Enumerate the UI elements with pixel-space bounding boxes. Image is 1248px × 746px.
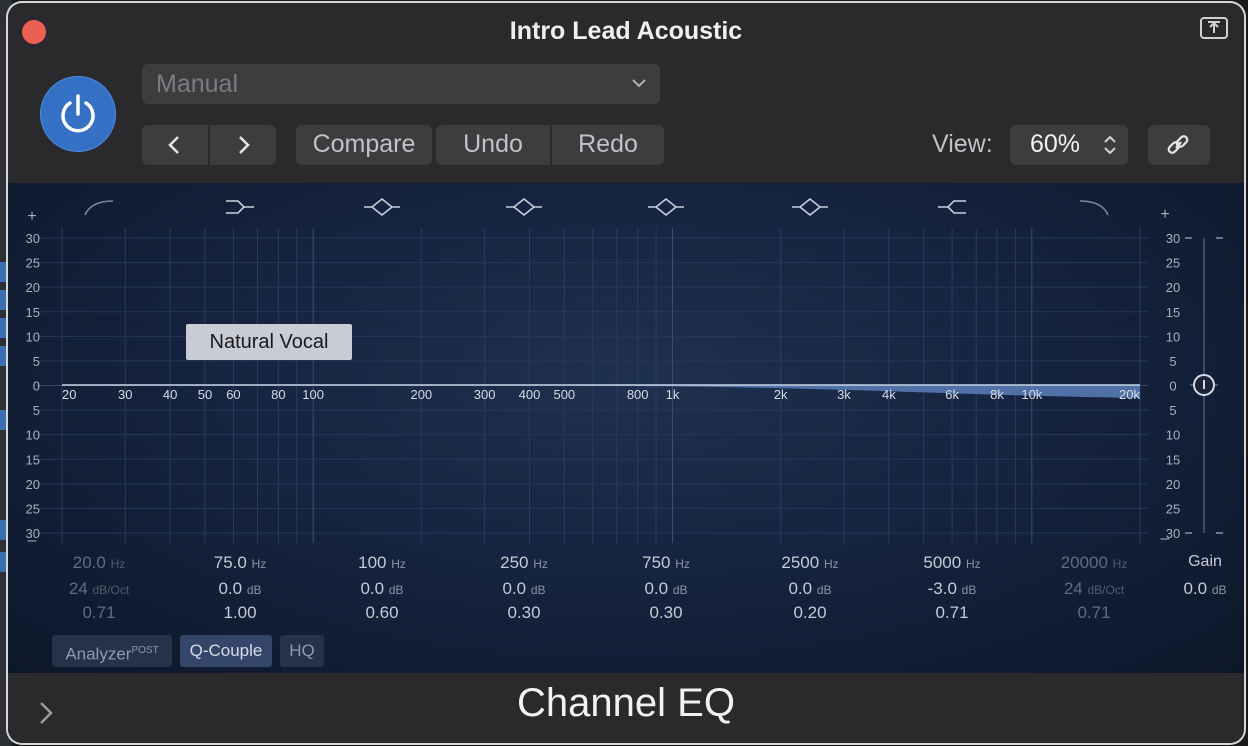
db-tick-label-left: 20 xyxy=(26,477,40,492)
db-tick-label-left: 15 xyxy=(26,305,40,320)
plugin-name: Channel EQ xyxy=(517,681,735,725)
analyzer-button[interactable]: AnalyzerPOST xyxy=(52,635,172,667)
link-icon xyxy=(1167,135,1189,154)
db-tick-label-right: 15 xyxy=(1166,452,1180,467)
scale-marker: + xyxy=(27,208,36,225)
freq-label: 50 xyxy=(198,387,212,402)
power-button[interactable] xyxy=(40,76,116,152)
db-tick-label-left: 10 xyxy=(26,329,40,344)
low-cut-icon[interactable] xyxy=(84,200,114,216)
db-tick-label-left: 25 xyxy=(26,501,40,516)
band-7-params[interactable]: 5000 Hz -3.0 dB 0.71 xyxy=(887,553,1017,623)
link-button[interactable] xyxy=(1148,125,1210,165)
high-cut-icon[interactable] xyxy=(1079,200,1109,216)
view-size-selector[interactable]: 60% xyxy=(1010,125,1128,165)
next-preset-button[interactable] xyxy=(210,125,276,165)
view-label: View: xyxy=(932,130,993,158)
db-tick-label-right: 10 xyxy=(1166,329,1180,344)
compare-button[interactable]: Compare xyxy=(296,125,432,165)
view-size-value: 60% xyxy=(1030,130,1081,158)
band-5-params[interactable]: 750 Hz 0.0 dB 0.30 xyxy=(601,553,731,623)
high-shelf-icon[interactable] xyxy=(938,200,966,214)
scale-marker: + xyxy=(1160,206,1169,223)
db-tick-label-right: 10 xyxy=(1166,428,1180,443)
db-tick-label-left: 30 xyxy=(26,231,40,246)
db-tick-label-right: 15 xyxy=(1166,305,1180,320)
share-icon xyxy=(1208,21,1220,33)
db-tick-label-right: 20 xyxy=(1166,280,1180,295)
band-1-params[interactable]: 20.0 Hz 24 dB/Oct 0.71 xyxy=(34,553,164,623)
freq-label: 10k xyxy=(1021,387,1042,402)
band-4-params[interactable]: 250 Hz 0.0 dB 0.30 xyxy=(459,553,589,623)
freq-label: 500 xyxy=(553,387,575,402)
eq-display: 30 30 25 25 20 20 15 15 10 10 5 5 0 0 5 5 10 10 15 15 20 20 25… xyxy=(8,183,1244,673)
db-tick-label-right: 30 xyxy=(1166,231,1180,246)
freq-label: 20 xyxy=(62,387,76,402)
db-tick-label-left: 15 xyxy=(26,452,40,467)
db-tick-label-right: 5 xyxy=(1169,403,1176,418)
db-tick-label-left: 25 xyxy=(26,256,40,271)
bell-icon[interactable] xyxy=(506,197,542,217)
title-bar: Intro Lead Acoustic xyxy=(8,3,1244,59)
freq-label: 40 xyxy=(163,387,177,402)
freq-label: 80 xyxy=(271,387,285,402)
db-tick-label-right: 25 xyxy=(1166,501,1180,516)
preset-nav xyxy=(142,125,276,165)
chevron-down-icon xyxy=(632,79,646,88)
preset-tooltip: Natural Vocal xyxy=(186,324,352,360)
freq-label: 1k xyxy=(666,387,680,402)
db-tick-label-left: 5 xyxy=(33,354,40,369)
db-tick-label-left: 10 xyxy=(26,428,40,443)
stepper-arrows-icon xyxy=(1104,135,1116,155)
bell-icon[interactable] xyxy=(648,197,684,217)
db-tick-label-right: 5 xyxy=(1169,354,1176,369)
footer-bar: Channel EQ xyxy=(8,673,1244,743)
previous-preset-button[interactable] xyxy=(142,125,208,165)
freq-label: 800 xyxy=(627,387,649,402)
band-8-params[interactable]: 20000 Hz 24 dB/Oct 0.71 xyxy=(1029,553,1159,623)
db-tick-label-right: 20 xyxy=(1166,477,1180,492)
preset-value: Manual xyxy=(156,70,238,98)
band-3-params[interactable]: 100 Hz 0.0 dB 0.60 xyxy=(317,553,447,623)
freq-label: 300 xyxy=(474,387,496,402)
gain-value[interactable]: 0.0 dB xyxy=(1170,579,1240,599)
freq-label: 200 xyxy=(410,387,432,402)
undo-button[interactable]: Undo xyxy=(436,125,550,165)
preset-selector[interactable]: Manual xyxy=(142,64,660,104)
share-button[interactable] xyxy=(1200,17,1228,39)
freq-label: 20k xyxy=(1119,387,1140,402)
plugin-window: Intro Lead Acoustic Manual Compare Undo … xyxy=(8,3,1244,743)
freq-label: 400 xyxy=(519,387,541,402)
freq-label: 30 xyxy=(118,387,132,402)
freq-label: 2k xyxy=(774,387,788,402)
scale-marker: – xyxy=(28,532,37,549)
freq-label: 100 xyxy=(302,387,324,402)
db-tick-label-right: 25 xyxy=(1166,256,1180,271)
power-icon xyxy=(61,94,95,133)
redo-button[interactable]: Redo xyxy=(552,125,664,165)
band-6-params[interactable]: 2500 Hz 0.0 dB 0.20 xyxy=(745,553,875,623)
bell-icon[interactable] xyxy=(792,197,828,217)
low-shelf-icon[interactable] xyxy=(226,200,254,214)
freq-label: 60 xyxy=(226,387,240,402)
db-tick-label-left: 5 xyxy=(33,403,40,418)
freq-label: 4k xyxy=(882,387,896,402)
gain-label: Gain xyxy=(1188,553,1222,570)
db-tick-label-left: 0 xyxy=(33,379,40,394)
freq-label: 8k xyxy=(990,387,1004,402)
scale-marker: – xyxy=(1161,530,1170,547)
db-tick-label-right: 0 xyxy=(1169,379,1176,394)
freq-label: 3k xyxy=(837,387,851,402)
band-2-params[interactable]: 75.0 Hz 0.0 dB 1.00 xyxy=(175,553,305,623)
chevron-right-icon xyxy=(239,136,250,154)
hq-button[interactable]: HQ xyxy=(280,635,324,667)
chevron-left-icon xyxy=(168,136,179,154)
db-tick-label-left: 20 xyxy=(26,280,40,295)
freq-label: 6k xyxy=(945,387,959,402)
eq-curve-fill xyxy=(62,385,1140,398)
q-couple-button[interactable]: Q-Couple xyxy=(180,635,272,667)
window-title: Intro Lead Acoustic xyxy=(509,17,743,45)
bell-icon[interactable] xyxy=(364,197,400,217)
